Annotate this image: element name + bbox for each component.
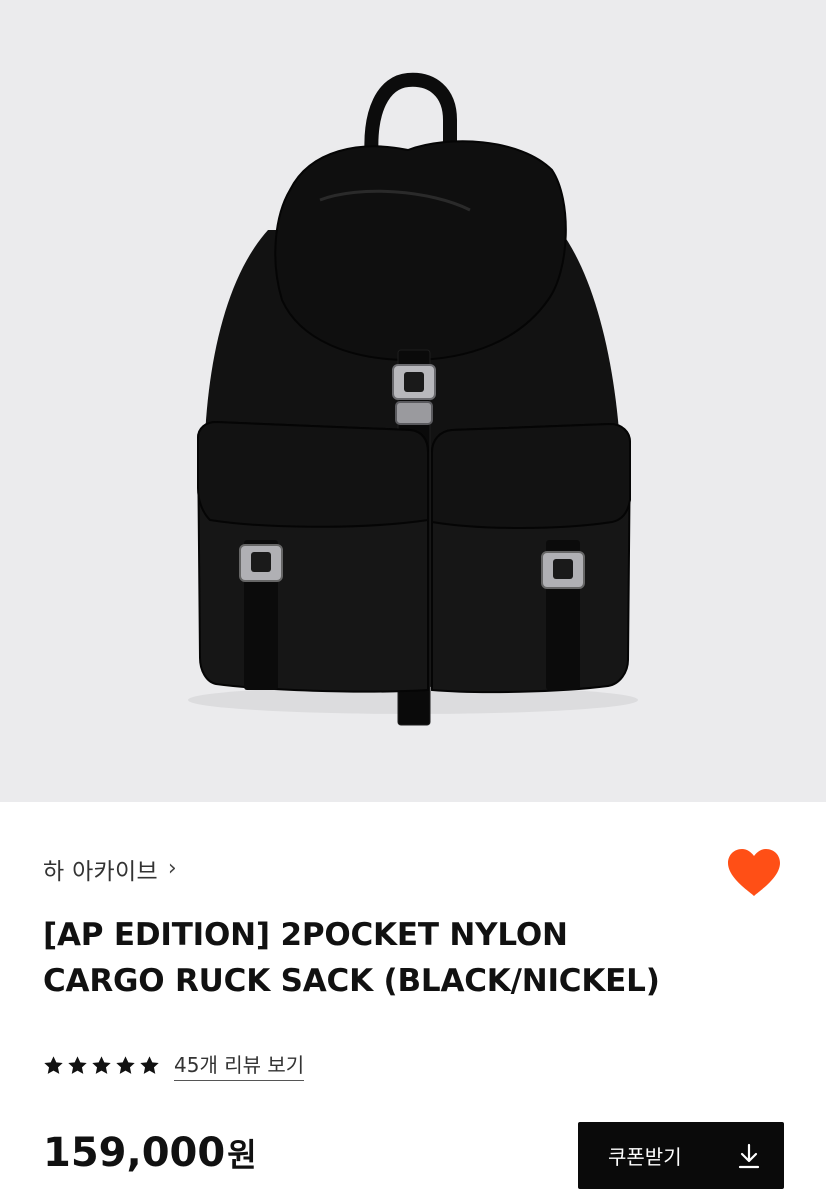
brand-link[interactable]: 하 아카이브 › (43, 852, 177, 886)
product-image[interactable] (0, 0, 826, 802)
product-title-line-2: CARGO RUCK SACK (BLACK/NICKEL) (43, 963, 660, 999)
heart-icon (728, 849, 780, 896)
star-icon (140, 1055, 159, 1074)
star-icon (44, 1055, 63, 1074)
star-icon (116, 1055, 135, 1074)
review-link[interactable]: 45개 리뷰 보기 (174, 1049, 305, 1081)
product-title-line-1: [AP EDITION] 2POCKET NYLON (43, 917, 568, 953)
star-icon (92, 1055, 111, 1074)
brand-name: 하 아카이브 (43, 859, 158, 885)
price-currency: 원 (227, 1136, 257, 1174)
product-title: [AP EDITION] 2POCKET NYLON CARGO RUCK SA… (43, 912, 743, 1004)
star-icon (68, 1055, 87, 1074)
backpack-image (188, 72, 638, 726)
product-price: 159,000 원 (43, 1130, 257, 1176)
wishlist-button[interactable] (726, 848, 782, 898)
price-amount: 159,000 (43, 1130, 226, 1176)
star-rating (43, 1055, 160, 1076)
download-icon (738, 1143, 760, 1168)
coupon-label: 쿠폰받기 (608, 1145, 682, 1169)
rating-row: 45개 리뷰 보기 (43, 1049, 305, 1081)
coupon-download-button[interactable]: 쿠폰받기 (578, 1122, 784, 1189)
chevron-right-icon: › (167, 856, 177, 881)
